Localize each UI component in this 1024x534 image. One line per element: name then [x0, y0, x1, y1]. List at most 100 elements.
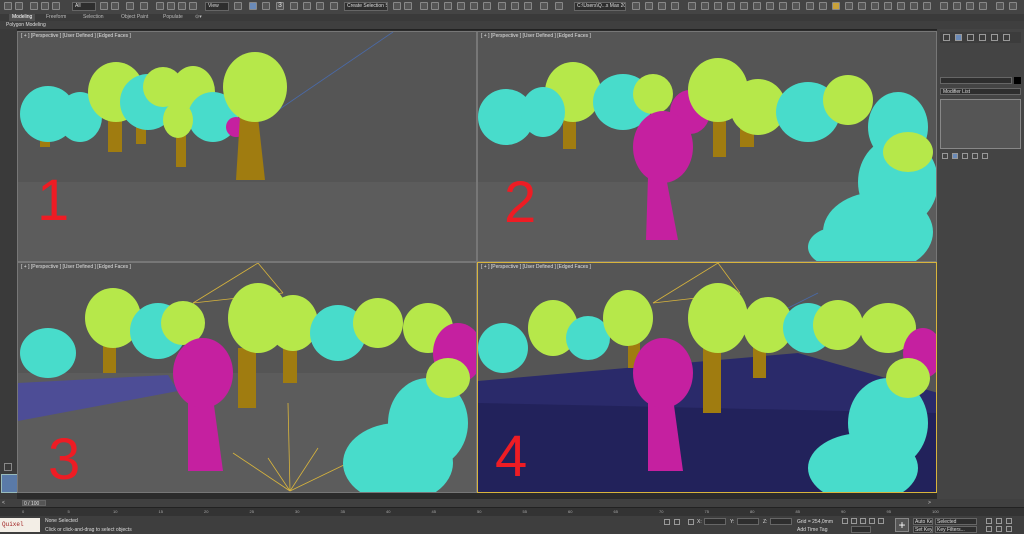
project-path-field[interactable]: C:\Users\Q...s Max 2016	[574, 2, 626, 11]
modifier-list-dropdown[interactable]: Modifier List	[940, 88, 1021, 95]
zoom-all-icon[interactable]	[996, 518, 1002, 524]
utilities-tab-icon[interactable]	[1003, 34, 1010, 41]
modify-tab-icon[interactable]	[955, 34, 962, 41]
link-icon[interactable]	[30, 2, 38, 10]
schematic-view-icon[interactable]	[470, 2, 478, 10]
viewport-label[interactable]: [ + ] [Perspective ] [User Defined ] [Ed…	[21, 264, 131, 270]
tab-freeform[interactable]: Freeform	[46, 14, 66, 21]
viewport-4[interactable]: [ + ] [Perspective ] [User Defined ] [Ed…	[477, 262, 937, 493]
key-selection-dropdown[interactable]: Selected	[935, 518, 977, 525]
plugin-icon[interactable]	[923, 2, 931, 10]
select-and-manipulate-icon[interactable]	[249, 2, 257, 10]
pan-view-icon[interactable]	[996, 526, 1002, 532]
set-key-icon[interactable]: +	[895, 518, 909, 532]
redo-icon[interactable]	[15, 2, 23, 10]
key-filters-button[interactable]: Key Filters...	[935, 526, 977, 533]
next-frame-icon[interactable]	[869, 518, 875, 524]
pin-stack-icon[interactable]	[942, 153, 948, 159]
save-file-icon[interactable]	[658, 2, 666, 10]
render-iterative-icon[interactable]	[540, 2, 548, 10]
viewport-1[interactable]: [ + ] [Perspective ] [User Defined ] [Ed…	[17, 31, 477, 262]
ribbon-options-icon[interactable]: ⊙▾	[195, 14, 202, 21]
z-coordinate-field[interactable]	[770, 518, 792, 525]
a360-cloud-icon[interactable]	[555, 2, 563, 10]
layer-explorer-icon[interactable]	[431, 2, 439, 10]
render-setup-icon[interactable]	[498, 2, 506, 10]
vray-icon[interactable]	[979, 2, 987, 10]
display-tab-icon[interactable]	[991, 34, 998, 41]
script-tool-icon[interactable]	[688, 2, 696, 10]
selection-lock-icon[interactable]	[674, 519, 680, 525]
spline-icon[interactable]	[845, 2, 853, 10]
window-crossing-icon[interactable]	[140, 2, 148, 10]
motion-tab-icon[interactable]	[979, 34, 986, 41]
object-name-field[interactable]	[940, 77, 1012, 84]
cylinder-icon[interactable]	[740, 2, 748, 10]
asset-tracking-icon[interactable]	[671, 2, 679, 10]
set-key-button[interactable]: Set Key	[913, 526, 933, 533]
snaps-toggle-icon[interactable]: 3	[276, 2, 284, 10]
selection-filter-dropdown[interactable]: All	[72, 2, 96, 11]
bind-space-warp-icon[interactable]	[52, 2, 60, 10]
cone-icon[interactable]	[779, 2, 787, 10]
time-slider-next-icon[interactable]: >	[928, 500, 932, 506]
polygon-modeling-panel[interactable]: Polygon Modeling	[6, 21, 46, 29]
select-by-name-icon[interactable]	[111, 2, 119, 10]
modifier-icon[interactable]	[871, 2, 879, 10]
place-icon[interactable]	[189, 2, 197, 10]
edit-named-selection-icon[interactable]	[330, 2, 338, 10]
scene-explorer-icon[interactable]	[420, 2, 428, 10]
create-tab-icon[interactable]	[943, 34, 950, 41]
y-coordinate-field[interactable]	[737, 518, 759, 525]
viewport-label[interactable]: [ + ] [Perspective ] [User Defined ] [Ed…	[481, 33, 591, 39]
box-icon[interactable]	[727, 2, 735, 10]
rendered-frame-window-icon[interactable]	[511, 2, 519, 10]
globe-icon[interactable]	[940, 2, 948, 10]
rotate-icon[interactable]	[167, 2, 175, 10]
show-end-result-icon[interactable]	[952, 153, 958, 159]
render-production-icon[interactable]	[524, 2, 532, 10]
reference-coordinate-dropdown[interactable]: View	[205, 2, 229, 11]
project-folder-icon[interactable]	[632, 2, 640, 10]
previous-frame-icon[interactable]	[851, 518, 857, 524]
keyboard-shortcut-icon[interactable]	[262, 2, 270, 10]
tab-selection[interactable]: Selection	[83, 14, 104, 21]
spinner-snap-icon[interactable]	[316, 2, 324, 10]
play-icon[interactable]	[860, 518, 866, 524]
maxscript-listener[interactable]: Quixel Bridg:	[0, 518, 40, 532]
select-object-icon[interactable]	[100, 2, 108, 10]
viewport-label[interactable]: [ + ] [Perspective ] [User Defined ] [Ed…	[21, 33, 131, 39]
pivot-center-icon[interactable]	[234, 2, 242, 10]
cloth-icon[interactable]	[897, 2, 905, 10]
hair-icon[interactable]	[884, 2, 892, 10]
object-color-swatch[interactable]	[1014, 77, 1021, 84]
time-slider-prev-icon[interactable]: <	[2, 500, 6, 506]
viewport-2[interactable]: [ + ] [Perspective ] [User Defined ] [Ed…	[477, 31, 937, 262]
align-icon[interactable]	[404, 2, 412, 10]
field-of-view-icon[interactable]	[986, 526, 992, 532]
configure-modifier-sets-icon[interactable]	[982, 153, 988, 159]
remove-modifier-icon[interactable]	[972, 153, 978, 159]
utility-icon[interactable]	[910, 2, 918, 10]
percent-snap-icon[interactable]	[303, 2, 311, 10]
go-to-end-icon[interactable]	[878, 518, 884, 524]
move-icon[interactable]	[156, 2, 164, 10]
unlink-icon[interactable]	[41, 2, 49, 10]
make-unique-icon[interactable]	[962, 153, 968, 159]
viewport-layout-quad-icon[interactable]	[1, 474, 18, 493]
torus-icon[interactable]	[753, 2, 761, 10]
toggle-ribbon-icon[interactable]	[444, 2, 452, 10]
modifier-stack[interactable]	[940, 99, 1021, 149]
render-region-icon[interactable]	[966, 2, 974, 10]
camera-icon[interactable]	[819, 2, 827, 10]
zoom-icon[interactable]	[986, 518, 992, 524]
go-to-start-icon[interactable]	[842, 518, 848, 524]
sphere-icon[interactable]	[714, 2, 722, 10]
light-icon[interactable]	[806, 2, 814, 10]
time-slider[interactable]: < 0 / 100 >	[0, 499, 1024, 507]
isolate-selection-icon[interactable]	[664, 519, 670, 525]
x-coordinate-field[interactable]	[704, 518, 726, 525]
tab-populate[interactable]: Populate	[163, 14, 183, 21]
mirror-icon[interactable]	[393, 2, 401, 10]
layout-tab-arrow-icon[interactable]	[4, 463, 12, 471]
